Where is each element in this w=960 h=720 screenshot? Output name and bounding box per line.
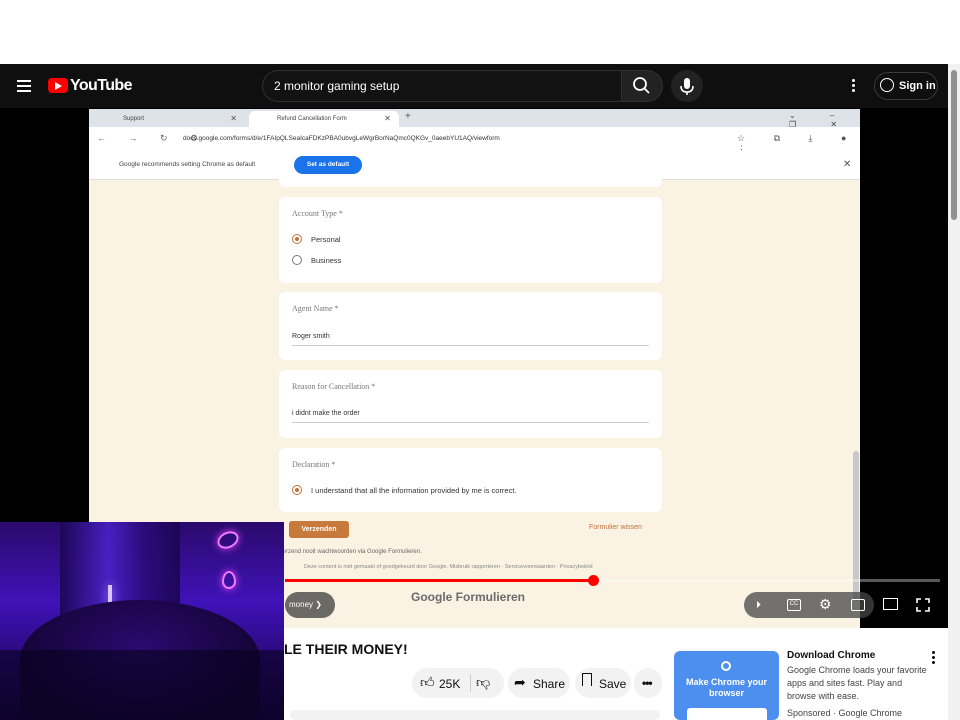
webcam-shadow — [0, 650, 284, 720]
clear-form-link[interactable]: Formulier wissen — [589, 524, 642, 531]
description-box[interactable] — [290, 710, 660, 720]
bookmark-icon — [582, 673, 592, 686]
ad-sponsored-label: Sponsored · Google Chrome — [787, 708, 903, 718]
neon-alien-icon — [222, 571, 236, 589]
share-label: Share — [533, 677, 566, 691]
ad-title[interactable]: Download Chrome — [787, 650, 875, 661]
youtube-logo-icon[interactable] — [48, 78, 68, 93]
submit-button[interactable]: Verzenden — [289, 521, 349, 538]
form-disclaimer: Deze content is niet gemaakt of goedgeke… — [304, 564, 593, 570]
tab-label: Support — [123, 116, 145, 122]
chapter-button[interactable]: money ❯ — [285, 592, 335, 618]
autoplay-toggle-icon[interactable]: ⏵ — [756, 600, 761, 611]
settings-gear-icon[interactable]: ⚙ — [819, 596, 832, 613]
reason-input[interactable]: i didnt make the order — [292, 410, 360, 417]
ad-thumbnail-text: Make Chrome your browser — [685, 677, 768, 698]
fullscreen-icon[interactable] — [916, 598, 930, 612]
question-label: Reason for Cancellation * — [292, 382, 376, 391]
close-icon[interactable]: ✕ — [230, 111, 237, 127]
video-title: LE THEIR MONEY! — [284, 641, 408, 657]
tab-label: Refund Cancellation Form — [277, 116, 347, 122]
radio-label: Personal — [311, 235, 341, 244]
voice-search-button[interactable] — [671, 70, 703, 102]
radio-business[interactable] — [292, 255, 302, 265]
form-question-reason: Reason for Cancellation * i didnt make t… — [279, 370, 662, 438]
like-divider — [470, 674, 471, 692]
infobar-text: Google recommends setting Chrome as defa… — [119, 161, 256, 168]
fullscreen-glyph — [916, 598, 930, 612]
chrome-logo-icon — [721, 661, 731, 671]
progress-scrubber[interactable] — [587, 575, 599, 586]
microphone-icon — [680, 78, 694, 95]
password-warning: Verzend nooit wachtwoorden via Google Fo… — [279, 549, 422, 555]
agent-name-input[interactable]: Roger smith — [292, 333, 330, 340]
share-icon: ➦ — [514, 674, 526, 690]
checkbox-declaration[interactable] — [292, 485, 302, 495]
settings-menu-icon[interactable] — [852, 79, 855, 82]
more-icon: ••• — [642, 676, 653, 690]
question-label: Declaration * — [292, 460, 336, 469]
input-underline — [292, 422, 649, 423]
new-tab-icon[interactable]: + — [405, 111, 411, 122]
account-icon — [880, 78, 894, 92]
radio-personal[interactable] — [292, 234, 302, 244]
google-forms-logo: Google Formulieren — [411, 590, 526, 604]
search-query[interactable]: 2 monitor gaming setup — [274, 79, 399, 93]
form-card-previous — [279, 177, 662, 187]
declaration-text: I understand that all the information pr… — [311, 486, 517, 495]
captions-icon[interactable]: CC — [787, 599, 801, 611]
youtube-logo-text[interactable]: YouTube — [70, 77, 132, 95]
progress-bar-played — [285, 579, 593, 582]
radio-label: Business — [311, 256, 342, 265]
sign-in-label: Sign in — [899, 80, 936, 92]
ad-thumbnail-screen — [687, 708, 767, 720]
input-underline — [292, 345, 649, 346]
form-question-declaration: Declaration * I understand that all the … — [279, 448, 662, 512]
close-icon[interactable]: ✕ — [384, 111, 391, 127]
question-label: Account Type * — [292, 209, 343, 218]
page-scrollbar-thumb[interactable] — [951, 70, 957, 220]
form-question-agent-name: Agent Name * Roger smith — [279, 292, 662, 360]
set-default-button[interactable]: Set as default — [294, 156, 362, 174]
browser-tab-form[interactable]: Refund Cancellation Form ✕ — [249, 111, 399, 127]
like-count[interactable]: 25K — [439, 677, 460, 691]
ad-description: Google Chrome loads your favorite apps a… — [787, 665, 927, 701]
close-icon[interactable]: ✕ — [843, 159, 851, 170]
menu-icon[interactable] — [17, 80, 31, 82]
ad-menu-icon[interactable] — [932, 651, 935, 654]
form-question-account-type: Account Type * Personal Business — [279, 197, 662, 283]
save-label: Save — [599, 677, 627, 691]
cast-icon[interactable] — [883, 598, 898, 610]
dislike-icon[interactable]: 👎︎ — [476, 674, 490, 691]
search-icon — [633, 77, 650, 94]
like-icon[interactable]: 👍︎ — [420, 674, 435, 691]
search-button[interactable] — [621, 70, 663, 102]
browser-tab-support[interactable]: Support ✕ — [95, 111, 245, 127]
url-text[interactable]: docs.google.com/forms/d/e/1FAIpQLSeaIcaF… — [183, 135, 500, 142]
miniplayer-icon[interactable] — [851, 599, 865, 611]
question-label: Agent Name * — [292, 304, 339, 313]
